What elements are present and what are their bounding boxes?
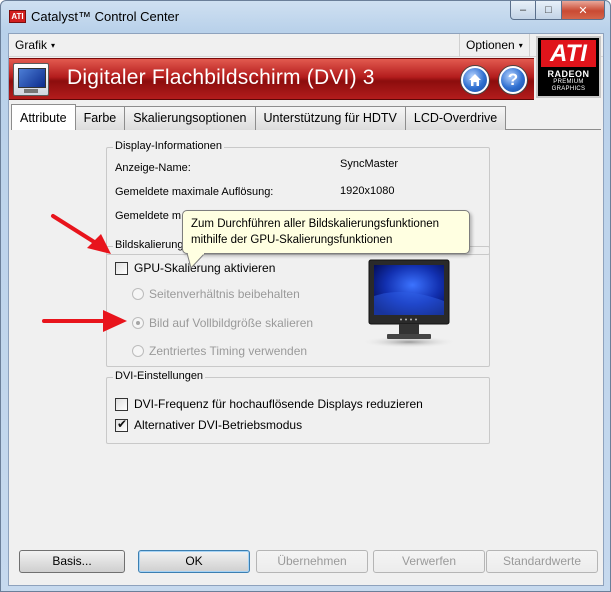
catalyst-window: ATI Catalyst™ Control Center – □ ✕ Grafi… <box>0 0 611 592</box>
home-button[interactable] <box>461 66 489 94</box>
dvi-settings-legend: DVI-Einstellungen <box>113 370 206 382</box>
client-area: Grafik ▾ Optionen ▾ Digitaler Flachbildsch… <box>8 33 604 586</box>
tab-attribute[interactable]: Attribute <box>11 104 76 130</box>
dvi-frequency-checkbox[interactable] <box>115 398 128 411</box>
close-button[interactable]: ✕ <box>562 1 605 20</box>
basis-button[interactable]: Basis... <box>19 550 125 573</box>
red-arrow-annotation-icon <box>51 214 111 254</box>
ati-logo-graphics: GRAPHICS <box>551 86 586 92</box>
menu-grafik[interactable]: Grafik ▾ <box>15 38 55 52</box>
defaults-button[interactable]: Standardwerte <box>486 550 598 573</box>
alt-dvi-mode-label[interactable]: Alternativer DVI-Betriebsmodus <box>134 418 302 432</box>
gpu-scaling-checkbox[interactable] <box>115 262 128 275</box>
radio-full-screen-label[interactable]: Bild auf Vollbildgröße skalieren <box>149 316 313 330</box>
window-controls: – □ ✕ <box>510 1 605 21</box>
tab-skalierungsoptionen[interactable]: Skalierungsoptionen <box>125 106 256 130</box>
radio-centered-timing[interactable] <box>132 345 144 357</box>
gpu-scaling-tooltip: Zum Durchführen aller Bildskalierungsfun… <box>182 210 470 254</box>
radio-keep-aspect-label[interactable]: Seitenverhältnis beibehalten <box>149 287 300 301</box>
radio-full-screen[interactable] <box>132 317 144 329</box>
tab-strip: Attribute Farbe Skalierungsoptionen Unte… <box>11 104 507 130</box>
menu-grafik-label: Grafik <box>15 38 48 52</box>
reported-info-label: Gemeldete m <box>115 210 182 222</box>
display-name-value: SyncMaster <box>340 158 399 170</box>
help-button[interactable]: ? <box>499 66 527 94</box>
red-arrow-annotation-icon <box>42 310 127 332</box>
menu-bar: Grafik ▾ Optionen ▾ <box>9 34 603 57</box>
display-name-label: Anzeige-Name: <box>115 162 191 174</box>
tooltip-tail-icon <box>186 253 206 269</box>
radio-centered-timing-label[interactable]: Zentriertes Timing verwenden <box>149 344 307 358</box>
max-resolution-label: Gemeldete maximale Auflösung: <box>115 186 274 198</box>
window-title: Catalyst™ Control Center <box>31 9 180 24</box>
tab-farbe[interactable]: Farbe <box>75 106 126 130</box>
chevron-down-icon: ▾ <box>518 41 523 51</box>
display-info-legend: Display-Informationen <box>113 140 224 152</box>
maximize-button[interactable]: □ <box>536 1 562 20</box>
discard-button[interactable]: Verwerfen <box>373 550 485 573</box>
tab-lcd-overdrive[interactable]: LCD-Overdrive <box>405 106 507 130</box>
page-title: Digitaler Flachbildschirm (DVI) 3 <box>67 66 375 89</box>
minimize-button[interactable]: – <box>510 1 536 20</box>
dvi-settings-group: DVI-Einstellungen DVI-Frequenz für hocha… <box>106 370 490 444</box>
ok-button[interactable]: OK <box>138 550 250 573</box>
ati-app-icon: ATI <box>9 10 26 23</box>
radio-keep-aspect[interactable] <box>132 288 144 300</box>
home-icon <box>469 74 481 86</box>
dvi-frequency-label[interactable]: DVI-Frequenz für hochauflösende Displays… <box>134 397 423 411</box>
page-banner: Digitaler Flachbildschirm (DVI) 3 ? <box>9 58 534 100</box>
title-bar[interactable]: ATI Catalyst™ Control Center – □ ✕ <box>1 1 610 33</box>
alt-dvi-mode-checkbox[interactable] <box>115 417 128 432</box>
monitor-preview-icon <box>361 259 457 348</box>
flat-panel-monitor-icon <box>13 63 49 96</box>
scaling-legend: Bildskalierung <box>113 239 186 251</box>
menu-optionen-label: Optionen <box>466 38 515 52</box>
apply-button[interactable]: Übernehmen <box>256 550 368 573</box>
ati-logo-mark: ATI <box>541 40 596 67</box>
ati-logo-premium: PREMIUM <box>553 79 584 85</box>
ati-logo-radeon: RADEON <box>547 69 590 79</box>
ati-radeon-logo: ATI RADEON PREMIUM GRAPHICS <box>536 36 601 98</box>
chevron-down-icon: ▾ <box>51 41 56 51</box>
menu-optionen[interactable]: Optionen ▾ <box>459 34 530 57</box>
tab-hdtv[interactable]: Unterstützung für HDTV <box>255 106 406 130</box>
max-resolution-value: 1920x1080 <box>340 185 395 197</box>
